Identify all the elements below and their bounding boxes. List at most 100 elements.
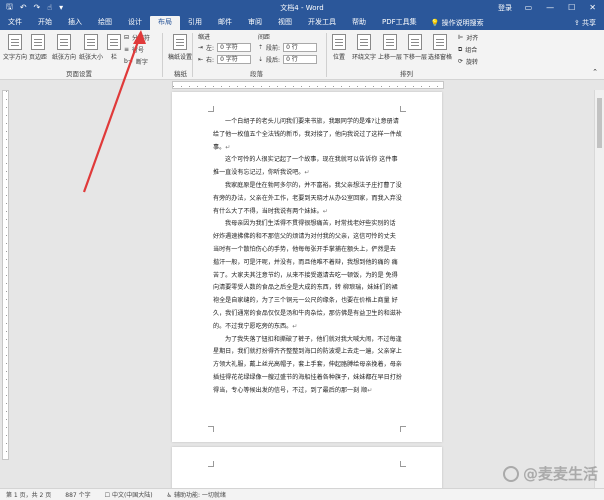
margins-button[interactable]: 页边距 — [29, 34, 47, 61]
spacing-before-input[interactable]: 0 行 — [283, 43, 318, 52]
status-page[interactable]: 第 1 页，共 2 页 — [6, 490, 51, 499]
bring-forward-icon — [383, 34, 397, 50]
proofing-icon: ☐ — [104, 492, 111, 499]
columns-icon — [107, 34, 121, 50]
margin-corner-mark — [400, 106, 406, 112]
ribbon-layout: 文字方向 页边距 纸张方向 纸张大小 栏 ⊟ 分隔符 ≡ 行号 b¬ 断字 页面设置 … — [0, 30, 604, 80]
tab-file[interactable]: 文件 — [0, 16, 30, 30]
ruler-track — [2, 90, 9, 460]
send-backward-button[interactable]: 下移一层 — [403, 34, 427, 61]
align-icon: ⊫ — [458, 34, 464, 41]
tab-review[interactable]: 审阅 — [240, 16, 270, 30]
tab-mailings[interactable]: 邮件 — [210, 16, 240, 30]
tab-pdf-tools[interactable]: PDF工具集 — [374, 16, 425, 30]
margin-corner-mark — [208, 426, 214, 432]
paragraph: 这个可怜的人很实记起了一个故事，现在我就可以告诉你 这件事推一直没有忘记过，你听… — [213, 156, 398, 177]
login-link[interactable]: 登录 — [498, 3, 512, 13]
paragraph-mark-icon: ↵ — [367, 386, 373, 394]
indent-right-row: ⇤ 右: 0 字符 — [198, 55, 252, 64]
ribbon-tabs: 文件 开始 插入 绘图 设计 布局 引用 邮件 审阅 视图 开发工具 帮助 PD… — [0, 15, 604, 30]
tell-me-search[interactable]: 💡 操作说明搜索 — [431, 17, 484, 30]
indent-left-input[interactable]: 0 字符 — [217, 43, 252, 52]
tab-references[interactable]: 引用 — [180, 16, 210, 30]
indent-right-input[interactable]: 0 字符 — [217, 55, 252, 64]
tab-layout[interactable]: 布局 — [150, 16, 180, 30]
breaks-icon: ⊟ — [124, 34, 130, 41]
share-icon: ⇪ — [573, 19, 580, 27]
paragraph: 我家庭原是住在勃阿多尔的，并不富裕。我父亲想法子庄打曹了没有旁的办法，父亲在外工… — [213, 181, 402, 215]
title-bar: 🖫 ↶ ↷ ☝ ▾ 文档4 - Word 登录 ▭ — ☐ ✕ — [0, 0, 604, 15]
group-label-page-setup: 页面设置 — [66, 70, 92, 78]
orientation-button[interactable]: 纸张方向 — [52, 34, 76, 61]
ribbon-separator — [162, 33, 163, 77]
rotate-icon: ⟳ — [458, 58, 464, 65]
document-area[interactable]: 一个白胡子的老头儿问我们要来书旅，我跟同学的是难?让意册请给了他一枚值五个全法钱… — [10, 90, 594, 488]
text-direction-icon — [8, 34, 22, 50]
horizontal-ruler[interactable] — [0, 80, 604, 90]
indent-left-icon: ⇥ — [198, 44, 204, 51]
line-numbers-button[interactable]: ≡ 行号 — [124, 45, 144, 54]
paragraph: 为了我失落了钮扣和撕破了裤子，他们就对我大喊大闹，不过每逢星期日，我们就打扮得齐… — [213, 335, 402, 394]
draft-paper-icon — [173, 34, 187, 50]
paragraph: 一个白胡子的老头儿问我们要来书旅，我跟同学的是难?让意册请给了他一枚值五个全法钱… — [213, 118, 402, 151]
status-accessibility[interactable]: ♿ 辅助功能: 一切就绪 — [167, 490, 226, 499]
send-backward-icon — [408, 34, 422, 50]
tab-developer[interactable]: 开发工具 — [300, 16, 344, 30]
margin-corner-mark — [400, 426, 406, 432]
align-button[interactable]: ⊫ 对齐 — [458, 33, 478, 42]
share-button[interactable]: ⇪ 共享 — [574, 17, 596, 30]
position-button[interactable]: 位置 — [332, 34, 346, 61]
tab-draw[interactable]: 绘图 — [90, 16, 120, 30]
accessibility-icon: ♿ — [166, 492, 173, 499]
status-bar: 第 1 页，共 2 页 887 个字 ☐ 中文(中国大陆) ♿ 辅助功能: 一切… — [0, 488, 604, 500]
paper-size-button[interactable]: 纸张大小 — [79, 34, 103, 61]
wrap-text-button[interactable]: 环绕文字 — [352, 34, 376, 61]
group-icon: ⧉ — [458, 45, 463, 53]
document-page-2[interactable] — [172, 447, 442, 488]
orientation-icon — [57, 34, 71, 50]
group-label-arrange: 排列 — [400, 70, 413, 78]
ribbon-separator — [326, 33, 327, 77]
spacing-after-input[interactable]: 0 行 — [283, 55, 318, 64]
window-title: 文档4 - Word — [280, 4, 324, 12]
indent-left-row: ⇥ 左: 0 字符 — [198, 43, 252, 52]
bring-forward-button[interactable]: 上移一层 — [378, 34, 402, 61]
tab-home[interactable]: 开始 — [30, 16, 60, 30]
position-icon — [332, 34, 346, 50]
breaks-button[interactable]: ⊟ 分隔符 — [124, 33, 150, 42]
text-direction-button[interactable]: 文字方向 — [3, 34, 27, 61]
ribbon-separator — [192, 33, 193, 77]
tab-insert[interactable]: 插入 — [60, 16, 90, 30]
hyphenation-icon: b¬ — [124, 58, 133, 65]
spacing-before-row: ⇡ 段前: 0 行 — [258, 43, 318, 52]
wrap-text-icon — [357, 34, 371, 50]
document-page[interactable]: 一个白胡子的老头儿问我们要来书旅，我跟同学的是难?让意册请给了他一枚值五个全法钱… — [172, 92, 442, 442]
rotate-button[interactable]: ⟳ 旋转 — [458, 57, 478, 66]
document-body[interactable]: 一个白胡子的老头儿问我们要来书旅，我跟同学的是难?让意册请给了他一枚值五个全法钱… — [213, 116, 403, 398]
scrollbar-thumb[interactable] — [597, 98, 602, 148]
selection-pane-button[interactable]: 选择窗格 — [428, 34, 452, 61]
vertical-ruler[interactable] — [0, 90, 10, 490]
status-words[interactable]: 887 个字 — [65, 490, 90, 499]
collapse-ribbon-icon[interactable]: ⌃ — [592, 68, 598, 76]
indent-right-label: 右: — [206, 57, 215, 64]
group-button[interactable]: ⧉ 组合 — [458, 45, 477, 55]
spacing-header: 间距 — [258, 34, 271, 41]
selection-pane-icon — [433, 34, 447, 50]
columns-button[interactable]: 栏 — [107, 34, 121, 61]
tab-design[interactable]: 设计 — [120, 16, 150, 30]
hyphenation-button[interactable]: b¬ 断字 — [124, 57, 148, 66]
spacing-before-icon: ⇡ — [258, 44, 264, 51]
paragraph: 我母亲因为我们生活得不贯得很想痛苦，时常找老好些实别的话 好炸遇速拂佛的和不那信… — [213, 220, 402, 330]
draft-paper-button[interactable]: 稿纸设置 — [168, 34, 192, 61]
margin-corner-mark — [400, 461, 406, 467]
tab-help[interactable]: 帮助 — [344, 16, 374, 30]
paragraph-mark-icon: ↵ — [292, 322, 298, 330]
spacing-before-label: 段前: — [266, 45, 281, 52]
tab-view[interactable]: 视图 — [270, 16, 300, 30]
status-language[interactable]: ☐ 中文(中国大陆) — [105, 490, 153, 499]
group-label-paragraph: 段落 — [250, 70, 263, 78]
spacing-after-label: 段后: — [266, 57, 281, 64]
watermark-logo-icon — [502, 465, 519, 482]
vertical-scrollbar[interactable] — [594, 90, 604, 488]
